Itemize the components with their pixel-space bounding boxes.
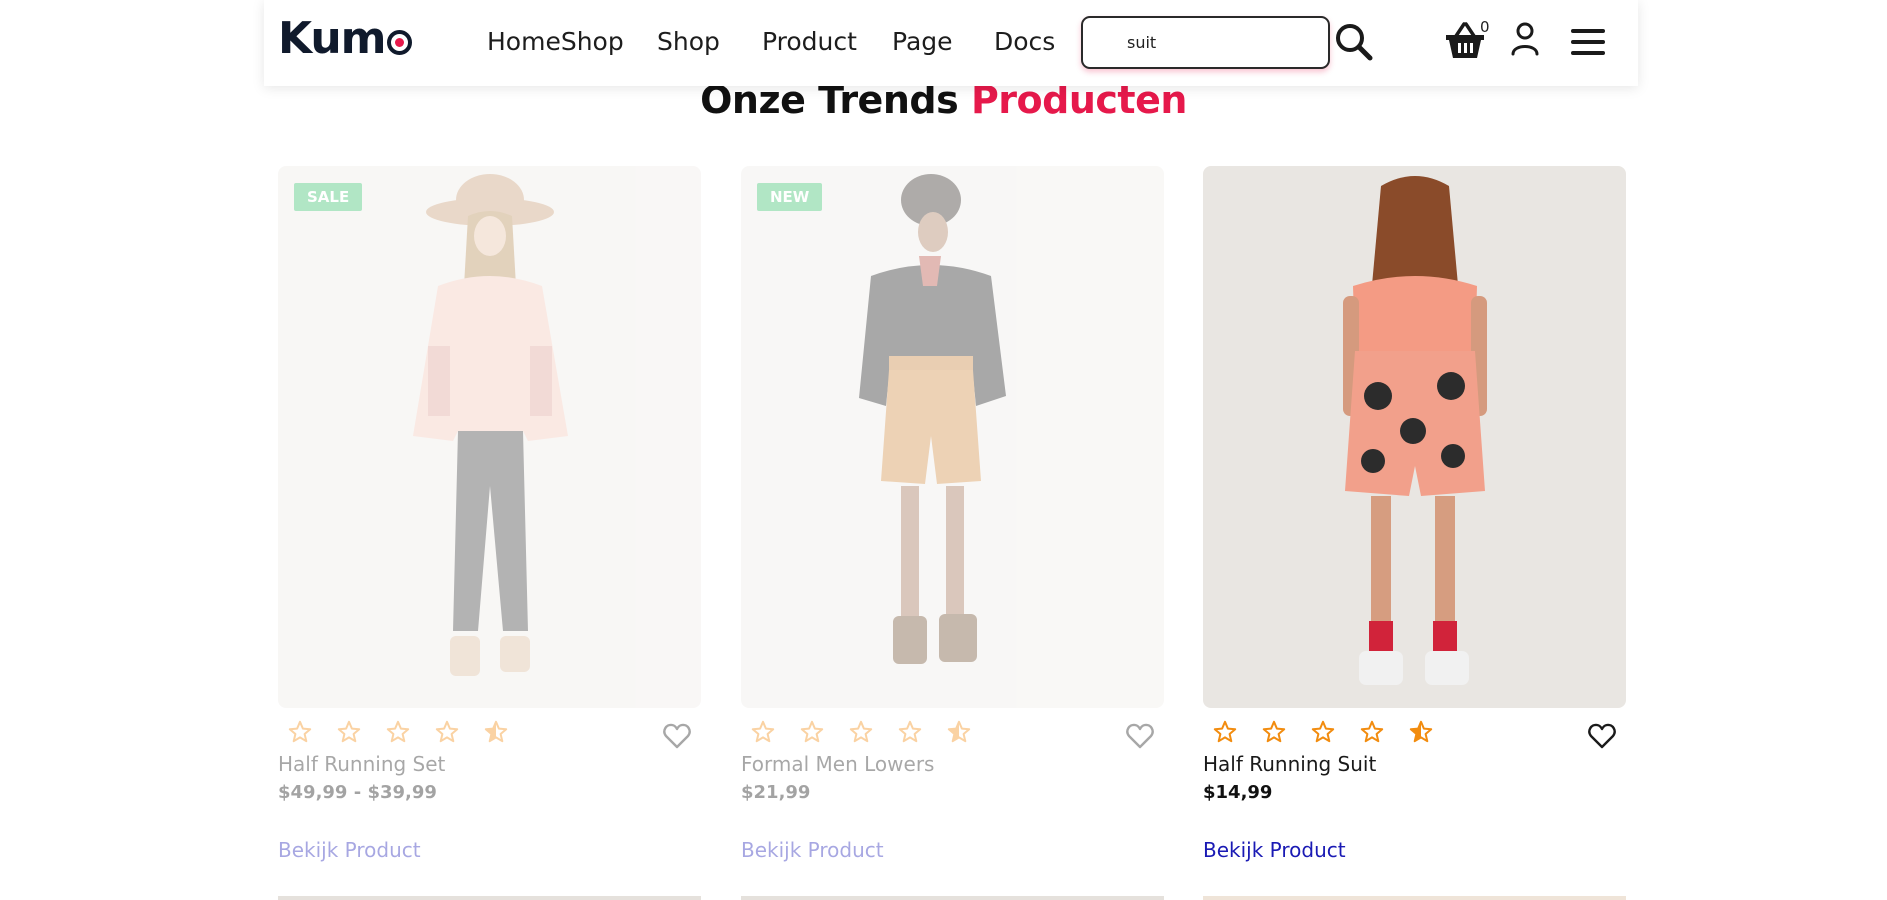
- star-outline-icon: [435, 720, 459, 744]
- nav-page[interactable]: Page: [892, 27, 953, 56]
- star-outline-icon: [751, 720, 775, 744]
- product-badge: NEW: [757, 183, 823, 211]
- product-card[interactable]: SALE Half Running Set $49,99 - $39,99 Be…: [278, 166, 701, 866]
- star-half-icon: [947, 720, 971, 744]
- product-card[interactable]: Half Running Suit $14,99 Bekijk Product: [1203, 166, 1626, 866]
- next-row-card-edge: [1203, 896, 1626, 900]
- logo-dot-icon: [386, 30, 412, 55]
- nav-shop[interactable]: Shop: [657, 27, 720, 56]
- site-header: Kum HomeShop Shop Product Page Docs 0: [264, 0, 1638, 86]
- product-image[interactable]: SALE: [278, 166, 701, 708]
- product-image[interactable]: NEW: [741, 166, 1164, 708]
- product-name[interactable]: Formal Men Lowers: [741, 752, 934, 776]
- star-outline-icon: [337, 720, 361, 744]
- nav-homeshop[interactable]: HomeShop: [487, 27, 624, 56]
- cart-count-badge: 0: [1480, 18, 1490, 36]
- wishlist-heart-icon[interactable]: [663, 723, 691, 749]
- hamburger-menu-icon[interactable]: [1570, 27, 1606, 57]
- star-outline-icon: [288, 720, 312, 744]
- star-outline-icon: [898, 720, 922, 744]
- logo-text: Kum: [278, 13, 386, 64]
- model-figure-image: [859, 174, 1006, 664]
- product-info: Formal Men Lowers $21,99 Bekijk Product: [741, 708, 1164, 868]
- search-icon[interactable]: [1334, 22, 1374, 62]
- next-row-card-edge: [741, 896, 1164, 900]
- view-product-link[interactable]: Bekijk Product: [278, 838, 421, 862]
- user-icon[interactable]: [1510, 22, 1540, 56]
- star-outline-icon: [1213, 720, 1237, 744]
- nav-docs[interactable]: Docs: [994, 27, 1055, 56]
- nav-product[interactable]: Product: [762, 27, 857, 56]
- view-product-link[interactable]: Bekijk Product: [741, 838, 884, 862]
- star-half-icon: [484, 720, 508, 744]
- product-card[interactable]: NEW Formal Men Lowers $21,99 Bekijk Prod…: [741, 166, 1164, 866]
- star-outline-icon: [1311, 720, 1335, 744]
- product-price: $49,99 - $39,99: [278, 782, 437, 803]
- product-name[interactable]: Half Running Suit: [1203, 752, 1376, 776]
- product-image[interactable]: [1203, 166, 1626, 708]
- model-figure-image: [413, 174, 568, 676]
- wishlist-heart-icon[interactable]: [1588, 723, 1616, 749]
- search-input[interactable]: [1081, 16, 1330, 69]
- star-outline-icon: [849, 720, 873, 744]
- star-outline-icon: [1360, 720, 1384, 744]
- product-badge: SALE: [294, 183, 363, 211]
- star-outline-icon: [800, 720, 824, 744]
- wishlist-heart-icon[interactable]: [1126, 723, 1154, 749]
- star-outline-icon: [1262, 720, 1286, 744]
- product-price: $21,99: [741, 782, 811, 803]
- product-name[interactable]: Half Running Set: [278, 752, 445, 776]
- kumo-logo[interactable]: Kum: [278, 14, 412, 64]
- product-price: $14,99: [1203, 782, 1273, 803]
- view-product-link[interactable]: Bekijk Product: [1203, 838, 1346, 862]
- star-outline-icon: [386, 720, 410, 744]
- product-info: Half Running Set $49,99 - $39,99 Bekijk …: [278, 708, 701, 868]
- next-row-card-edge: [278, 896, 701, 900]
- model-figure-image: [1343, 176, 1487, 685]
- product-info: Half Running Suit $14,99 Bekijk Product: [1203, 708, 1626, 868]
- star-half-icon: [1409, 720, 1433, 744]
